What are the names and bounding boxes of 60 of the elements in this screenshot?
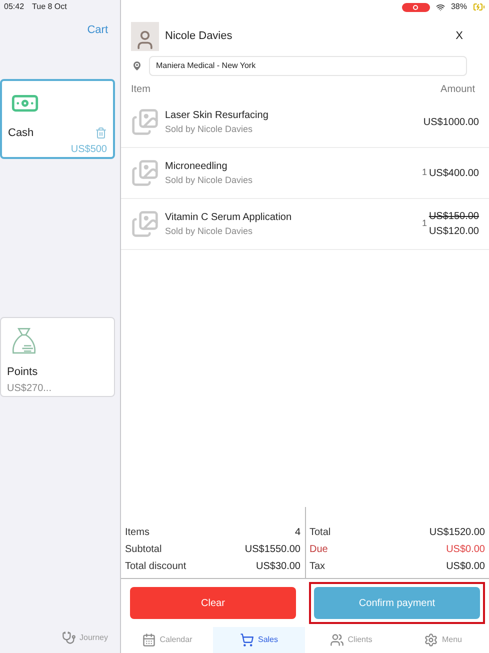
tab-bar-item[interactable]: Menu	[397, 627, 489, 653]
summary-value: US$1550.00	[244, 543, 300, 557]
clear-button[interactable]: Clear	[130, 587, 296, 619]
item-quantity: 1	[422, 166, 427, 180]
column-header: Item	[131, 83, 150, 97]
payment-method-amount: US$270...	[7, 382, 52, 396]
trash-icon[interactable]	[95, 127, 107, 140]
journey-tab[interactable]: Journey	[62, 631, 108, 645]
battery-icon	[473, 1, 485, 13]
column-header: Amount	[440, 83, 475, 97]
payment-method-label: Points	[7, 365, 38, 380]
item-quantity: 1	[422, 217, 427, 230]
payment-method-label: Cash	[8, 126, 34, 141]
summary-label: Total	[310, 526, 331, 540]
summary-value: US$1520.00	[429, 526, 485, 540]
image-placeholder-icon	[131, 159, 159, 187]
summary-label: Items	[125, 526, 150, 540]
people-icon	[330, 633, 344, 647]
status-time: 05:42	[4, 1, 24, 13]
close-button[interactable]: X	[456, 28, 463, 45]
payment-method-card[interactable]: Points US$270...	[0, 316, 115, 396]
item-name: Vitamin C Serum Application	[165, 210, 293, 225]
summary-label: Due	[310, 543, 328, 557]
item-seller: Sold by Nicole Davies	[165, 122, 254, 136]
status-date: Tue 8 Oct	[32, 1, 67, 13]
payment-method-card[interactable]: Cash US$500	[0, 78, 115, 158]
summary-value: US$0.00	[446, 560, 485, 574]
summary-label: Subtotal	[125, 543, 162, 557]
cart-title: Cart	[87, 23, 108, 38]
original-price: US$150.00	[428, 210, 479, 224]
item-price: US$1000.00	[423, 116, 479, 130]
stethoscope-icon	[62, 631, 76, 645]
cart-icon	[240, 633, 254, 647]
avatar	[131, 22, 159, 51]
client-name: Nicole Davies	[165, 29, 234, 44]
item-seller: Sold by Nicole Davies	[165, 174, 254, 187]
item-name: Laser Skin Resurfacing	[165, 108, 270, 123]
tab-bar-item[interactable]: Sales	[213, 627, 305, 653]
item-price: US$120.00	[428, 225, 479, 239]
image-placeholder-icon	[131, 210, 159, 238]
item-name: Microneedling	[165, 160, 228, 174]
battery-percent: 38%	[450, 1, 467, 13]
location-pin-icon	[131, 60, 143, 72]
summary-value: US$0.00	[446, 543, 485, 557]
recording-indicator	[402, 2, 430, 12]
item-price: US$400.00	[428, 166, 479, 180]
payment-method-amount: US$500	[70, 142, 107, 156]
summary-label: Tax	[310, 560, 326, 574]
settings-icon	[424, 633, 438, 647]
summary-value: US$30.00	[256, 560, 300, 574]
summary-value: 4	[294, 526, 300, 540]
location-field[interactable]: Maniera Medical - New York	[149, 56, 467, 76]
confirm-payment-button[interactable]: Confirm payment	[314, 587, 480, 619]
wifi-icon	[436, 2, 445, 12]
tab-bar-item[interactable]: Clients	[305, 627, 397, 653]
calendar-icon	[142, 633, 156, 647]
item-seller: Sold by Nicole Davies	[165, 224, 254, 238]
image-placeholder-icon	[131, 108, 159, 136]
summary-label: Total discount	[125, 560, 186, 574]
tab-bar-item[interactable]: Calendar	[121, 627, 213, 653]
